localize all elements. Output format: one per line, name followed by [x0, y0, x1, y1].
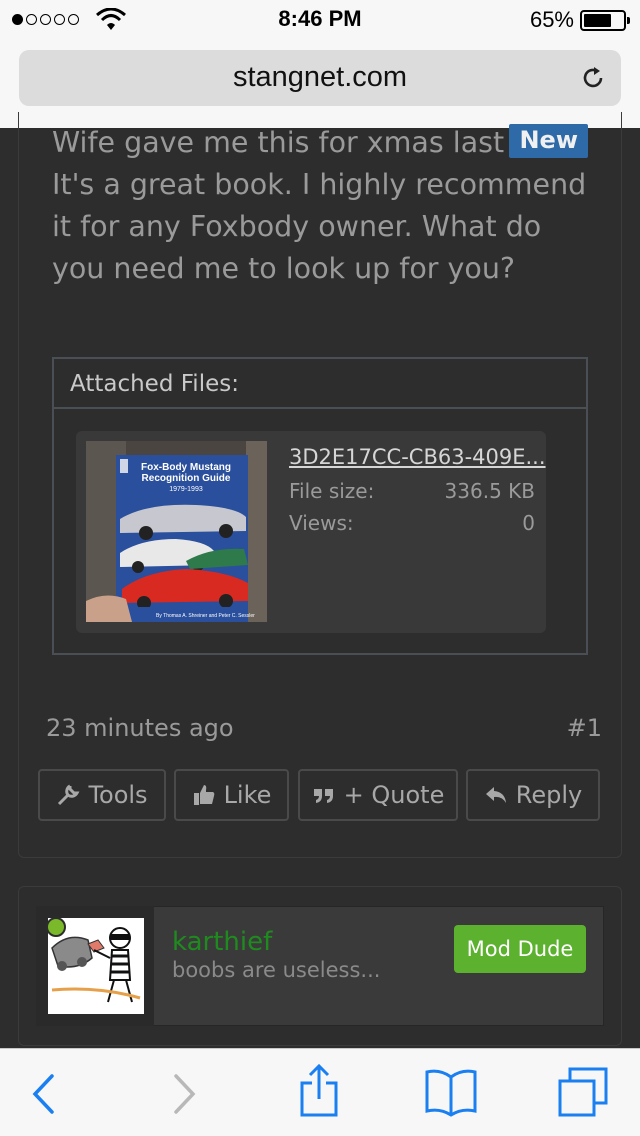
browser-top-chrome: 8:46 PM 65% stangnet.com — [0, 0, 640, 128]
views-label: Views: — [289, 511, 354, 535]
post-number[interactable]: #1 — [567, 714, 602, 742]
reply-arrow-icon — [485, 787, 506, 803]
username[interactable]: karthief — [172, 927, 272, 957]
attachment-file-name[interactable]: 3D2E17CC-CB63-409E... — [289, 445, 546, 469]
like-button[interactable]: Like — [174, 769, 289, 821]
thumb-title: Fox-Body Mustang — [141, 462, 231, 473]
quote-label: + Quote — [343, 781, 445, 809]
tools-label: Tools — [88, 781, 148, 809]
svg-text:1979-1993: 1979-1993 — [169, 486, 203, 493]
attachment-thumbnail[interactable]: Fox-Body Mustang Recognition Guide 1979-… — [86, 441, 267, 622]
url-text: stangnet.com — [232, 61, 408, 93]
file-size-label: File size: — [289, 479, 375, 503]
file-size-value: 336.5 KB — [444, 479, 535, 503]
quote-icon — [313, 789, 333, 803]
battery-icon — [580, 10, 630, 31]
post-timestamp[interactable]: 23 minutes ago — [46, 714, 234, 742]
reply-button[interactable]: Reply — [466, 769, 600, 821]
file-size-row: File size: 336.5 KB — [289, 479, 535, 503]
tools-button[interactable]: Tools — [38, 769, 166, 821]
attached-files-box: Attached Files: Fox-Body Mustang Recogni… — [52, 357, 588, 655]
online-status-dot — [46, 917, 66, 937]
attachment-card[interactable]: Fox-Body Mustang Recognition Guide 1979-… — [76, 431, 546, 633]
status-bar: 8:46 PM 65% — [0, 0, 640, 40]
thumbs-up-icon — [193, 785, 214, 805]
attached-files-heading: Attached Files: — [54, 359, 586, 409]
share-icon[interactable] — [298, 1063, 340, 1119]
tabs-icon[interactable] — [556, 1065, 610, 1119]
views-value: 0 — [522, 511, 535, 535]
battery-percent: 65% — [529, 7, 574, 32]
like-label: Like — [223, 781, 272, 809]
views-row: Views: 0 — [289, 511, 535, 535]
back-icon[interactable] — [30, 1073, 56, 1115]
new-badge: New — [509, 124, 588, 158]
forward-icon[interactable] — [172, 1073, 198, 1115]
browser-toolbar — [0, 1048, 640, 1136]
user-title-badge: Mod Dude — [454, 925, 586, 973]
reply-label: Reply — [515, 781, 583, 809]
wrench-icon — [58, 784, 80, 806]
address-bar[interactable]: stangnet.com — [19, 50, 621, 106]
svg-text:Recognition Guide: Recognition Guide — [142, 473, 231, 484]
user-status-text: boobs are useless... — [172, 958, 381, 982]
reload-icon[interactable] — [579, 64, 607, 92]
quote-button[interactable]: + Quote — [298, 769, 458, 821]
bookmarks-icon[interactable] — [424, 1067, 478, 1117]
svg-text:By Thomas A. Shreiner and Pete: By Thomas A. Shreiner and Peter C. Sessl… — [156, 613, 255, 619]
